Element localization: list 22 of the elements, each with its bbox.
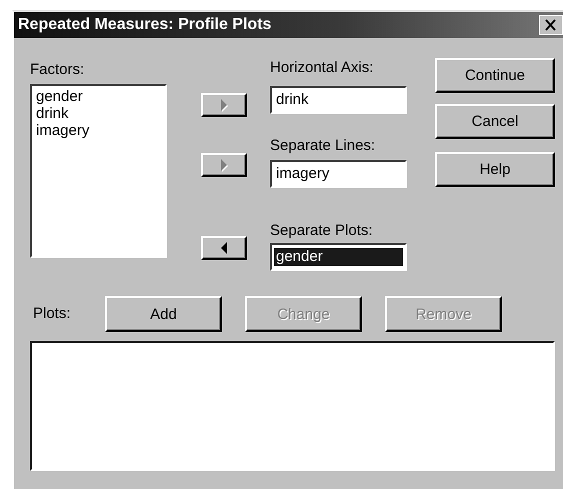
window-title: Repeated Measures: Profile Plots xyxy=(18,16,272,34)
field-label: Separate Plots: xyxy=(270,221,373,241)
field-value: gender xyxy=(274,248,403,266)
input-field[interactable]: imagery xyxy=(270,160,407,188)
field-value: imagery xyxy=(275,165,330,183)
list-item[interactable]: gender xyxy=(36,88,83,105)
close-icon[interactable] xyxy=(539,15,563,35)
move-button[interactable] xyxy=(201,236,247,260)
list-item[interactable]: drink xyxy=(36,105,69,122)
field-value: drink xyxy=(275,91,310,109)
list-item[interactable]: imagery xyxy=(36,122,90,139)
plots-label: Plots: xyxy=(32,304,72,324)
dialog-button[interactable]: Help xyxy=(435,152,555,187)
dialog-button[interactable]: Cancel xyxy=(435,104,555,139)
field-label: Horizontal Axis: xyxy=(270,58,374,78)
plot-button[interactable]: Add xyxy=(105,296,222,332)
input-field[interactable]: drink xyxy=(270,86,407,114)
input-field[interactable]: gender xyxy=(270,243,407,271)
dialog-button[interactable]: Continue xyxy=(435,58,555,93)
factors-label: Factors: xyxy=(30,60,84,80)
field-label: Separate Lines: xyxy=(270,136,376,156)
factors-list[interactable]: gender drink imagery xyxy=(30,84,167,258)
